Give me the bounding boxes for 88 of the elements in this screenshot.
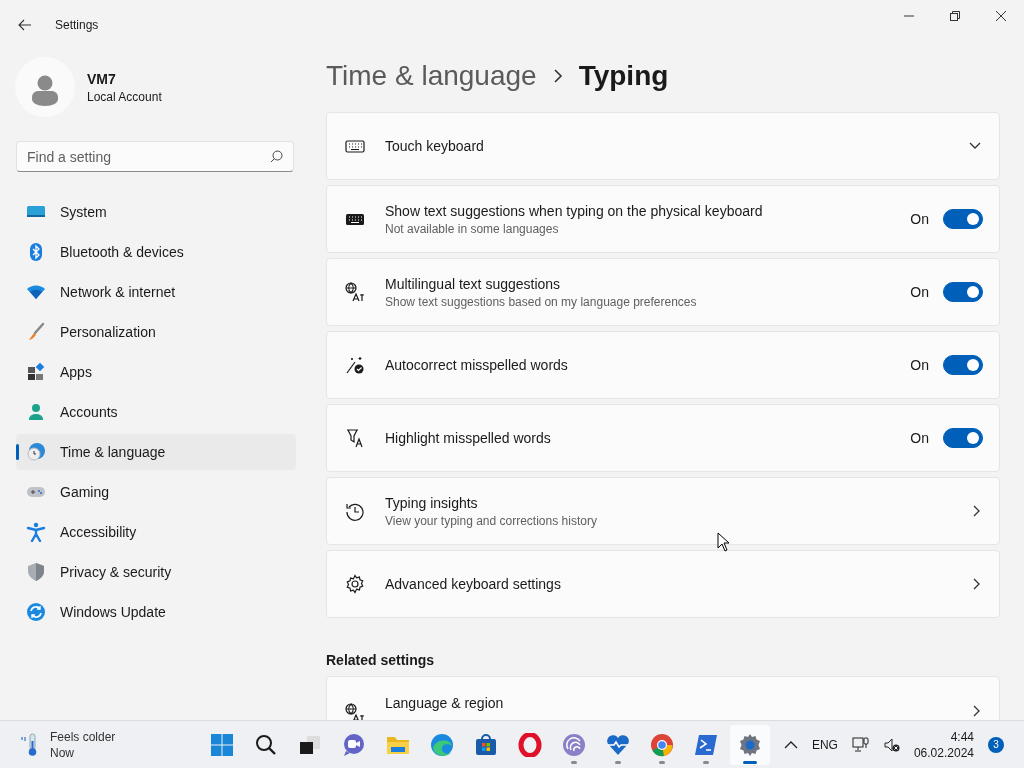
setting-card[interactable]: Touch keyboard bbox=[326, 112, 1000, 180]
toggle-switch[interactable] bbox=[943, 209, 983, 229]
magic-wand-check-icon bbox=[345, 355, 365, 375]
sidebar-item[interactable]: Gaming bbox=[16, 474, 296, 510]
sidebar-item[interactable]: System bbox=[16, 194, 296, 230]
gear-icon[interactable] bbox=[738, 732, 762, 757]
toggle-switch[interactable] bbox=[943, 428, 983, 448]
setting-card[interactable]: Typing insights View your typing and corrections history bbox=[326, 477, 1000, 545]
toggle-switch[interactable] bbox=[943, 282, 983, 302]
setting-card[interactable]: Show text suggestions when typing on the physical keyboard Not available in some languages On bbox=[326, 185, 1000, 253]
account-type: Local Account bbox=[87, 89, 162, 104]
swirl-icon[interactable] bbox=[562, 732, 586, 757]
sync-icon bbox=[26, 602, 46, 622]
restore-icon bbox=[950, 11, 960, 21]
user-name: VM7 bbox=[87, 70, 117, 87]
back-arrow-icon[interactable] bbox=[18, 19, 32, 31]
setting-description: Not available in some languages bbox=[385, 221, 560, 236]
toggle-switch[interactable] bbox=[943, 355, 983, 375]
close-icon bbox=[996, 11, 1006, 21]
shield-icon bbox=[26, 562, 46, 582]
toggle-state-label: On bbox=[910, 211, 929, 227]
weather-condition: Feels colder bbox=[50, 729, 116, 744]
globe-letter-icon bbox=[345, 282, 365, 302]
paintbrush-icon bbox=[26, 322, 46, 342]
weather-time: Now bbox=[50, 745, 75, 760]
setting-description: Show text suggestions based on my language preferences bbox=[385, 294, 698, 309]
sidebar-item[interactable]: Accounts bbox=[16, 394, 296, 430]
start-icon[interactable] bbox=[210, 732, 234, 757]
sidebar-item[interactable]: Time & language bbox=[16, 434, 296, 470]
terminal-icon[interactable] bbox=[694, 732, 718, 757]
section-heading: Related settings bbox=[326, 652, 436, 668]
person-icon bbox=[26, 402, 46, 422]
toggle-state-label: On bbox=[910, 357, 929, 373]
network-icon[interactable] bbox=[851, 736, 870, 753]
chevron-down-icon[interactable] bbox=[969, 142, 981, 150]
chevron-right-icon bbox=[973, 505, 981, 517]
sidebar-item[interactable]: Apps bbox=[16, 354, 296, 390]
window-title: Settings bbox=[55, 18, 99, 32]
cursor-icon bbox=[717, 532, 730, 552]
sidebar-item[interactable]: Accessibility bbox=[16, 514, 296, 550]
weather-widget[interactable]: Feels colder Now bbox=[20, 729, 200, 760]
setting-title: Typing insights bbox=[385, 494, 479, 511]
setting-title: Advanced keyboard settings bbox=[385, 576, 562, 592]
globe-clock-icon bbox=[26, 442, 46, 462]
setting-title: Autocorrect misspelled words bbox=[385, 357, 569, 373]
page-title: Typing bbox=[578, 60, 669, 92]
gear-icon bbox=[345, 574, 365, 594]
shopping-bag-icon[interactable] bbox=[474, 732, 498, 757]
setting-title: Touch keyboard bbox=[385, 138, 485, 154]
setting-card[interactable]: Multilingual text suggestions Show text suggestions based on my language preferences On bbox=[326, 258, 1000, 326]
globe-letter-icon bbox=[345, 703, 365, 720]
search-icon[interactable] bbox=[254, 732, 278, 757]
breadcrumb-link[interactable]: Time & language bbox=[326, 60, 537, 92]
sidebar-item[interactable]: Bluetooth & devices bbox=[16, 234, 296, 270]
highlight-letter-icon bbox=[345, 428, 365, 448]
notification-badge[interactable]: 3 bbox=[988, 736, 1004, 753]
chevron-right-icon bbox=[973, 705, 981, 717]
sidebar-item[interactable]: Privacy & security bbox=[16, 554, 296, 590]
browser-wave-icon[interactable] bbox=[430, 732, 454, 757]
sidebar-item[interactable]: Windows Update bbox=[16, 594, 296, 630]
heart-pulse-icon[interactable] bbox=[606, 732, 630, 757]
setting-title: Show text suggestions when typing on the physical keyboard bbox=[385, 202, 764, 219]
language-indicator[interactable]: ENG bbox=[811, 737, 838, 752]
setting-card[interactable]: Autocorrect misspelled words On bbox=[326, 331, 1000, 399]
toggle-state-label: On bbox=[910, 430, 929, 446]
accessibility-icon bbox=[26, 522, 46, 542]
muted-speaker-icon[interactable] bbox=[883, 737, 900, 752]
clock[interactable]: 4:44 06.02.2024 bbox=[913, 729, 974, 760]
sidebar-item[interactable]: Personalization bbox=[16, 314, 296, 350]
toggle-state-label: On bbox=[910, 284, 929, 300]
ring-icon[interactable] bbox=[518, 732, 542, 757]
search-icon bbox=[270, 150, 283, 163]
chrome-icon[interactable] bbox=[650, 732, 674, 757]
setting-title: Highlight misspelled words bbox=[385, 430, 552, 446]
chevron-up-icon[interactable] bbox=[783, 740, 798, 749]
apps-icon bbox=[26, 362, 46, 382]
setting-title: Language & region bbox=[385, 695, 505, 711]
history-icon bbox=[345, 501, 365, 521]
setting-title: Multilingual text suggestions bbox=[385, 275, 562, 292]
chevron-right-icon bbox=[973, 578, 981, 590]
setting-card[interactable]: Advanced keyboard settings bbox=[326, 550, 1000, 618]
setting-description: View your typing and corrections history bbox=[385, 513, 598, 528]
setting-card[interactable]: Highlight misspelled words On bbox=[326, 404, 1000, 472]
setting-card[interactable]: Language & region bbox=[326, 676, 1000, 720]
chat-bubble-icon[interactable] bbox=[342, 732, 366, 757]
search-field[interactable]: Find a setting bbox=[16, 141, 294, 172]
chevron-right-icon bbox=[552, 69, 563, 83]
sidebar-item[interactable]: Network & internet bbox=[16, 274, 296, 310]
